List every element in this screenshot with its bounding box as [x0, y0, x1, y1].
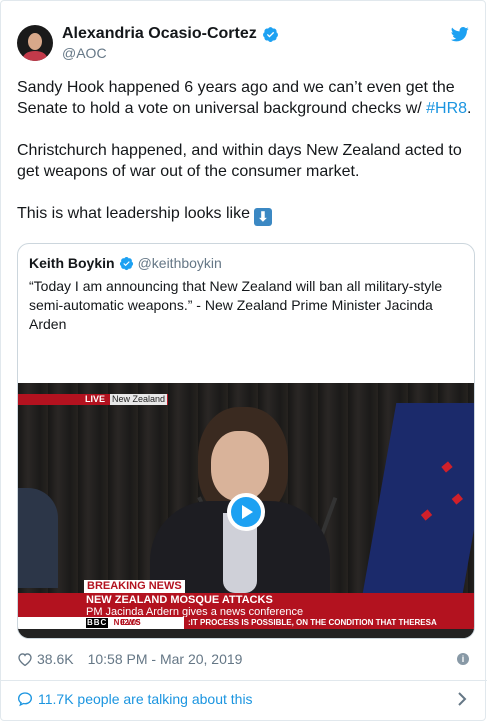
- tweet-text: Sandy Hook happened 6 years ago and we c…: [17, 77, 477, 247]
- video-player[interactable]: LIVE New Zealand BREAKING NEWS NEW ZEALA…: [18, 383, 474, 638]
- embedded-tweet: Alexandria Ocasio-Cortez @AOC Sandy Hook…: [0, 0, 487, 721]
- background-person: [18, 488, 58, 588]
- heart-icon[interactable]: [17, 651, 33, 667]
- quoted-tweet-text: “Today I am announcing that New Zealand …: [29, 278, 443, 332]
- author-avatar[interactable]: [17, 25, 53, 61]
- down-arrow-emoji: ⬇: [254, 208, 272, 226]
- ticker-text: :IT PROCESS IS POSSIBLE, ON THE CONDITIO…: [188, 618, 437, 627]
- video-bottom-strip: [18, 629, 474, 638]
- tweet-paragraph-1: Sandy Hook happened 6 years ago and we c…: [17, 77, 477, 119]
- play-icon: [231, 497, 261, 527]
- verified-badge-icon: [262, 26, 278, 42]
- conversation-link[interactable]: 11.7K people are talking about this: [17, 691, 253, 707]
- info-icon[interactable]: i: [457, 653, 469, 665]
- speech-bubble-icon: [17, 692, 33, 707]
- tweet-paragraph-2: Christchurch happened, and within days N…: [17, 142, 462, 180]
- tweet-timestamp[interactable]: 10:58 PM - Mar 20, 2019: [88, 651, 243, 667]
- author-name-row[interactable]: Alexandria Ocasio-Cortez: [62, 25, 279, 43]
- likes-count[interactable]: 38.6K: [37, 651, 74, 667]
- chevron-right-icon[interactable]: [457, 692, 467, 706]
- twitter-bird-icon[interactable]: [451, 27, 469, 42]
- author-handle[interactable]: @AOC: [62, 45, 107, 61]
- conversation-text[interactable]: 11.7K people are talking about this: [38, 691, 253, 707]
- quoted-tweet[interactable]: Keith Boykin @keithboykin “Today I am an…: [17, 243, 475, 639]
- tweet-meta: 38.6K 10:58 PM - Mar 20, 2019: [17, 651, 242, 667]
- location-label: New Zealand: [110, 394, 168, 405]
- live-label: LIVE: [85, 394, 106, 404]
- quoted-author-handle[interactable]: @keithboykin: [138, 255, 222, 271]
- tweet-paragraph-1-end: .: [467, 100, 472, 117]
- tweet-paragraph-3: This is what leadership looks like ⬇: [17, 203, 477, 226]
- divider: [1, 680, 487, 681]
- author-name[interactable]: Alexandria Ocasio-Cortez: [62, 25, 257, 43]
- play-button[interactable]: [227, 493, 265, 531]
- news-time: 02:05: [120, 618, 141, 627]
- bbc-logo: BBC: [86, 618, 109, 628]
- breaking-news-label: BREAKING NEWS: [84, 580, 185, 593]
- quoted-author-name[interactable]: Keith Boykin: [29, 255, 115, 271]
- quoted-tweet-header: Keith Boykin @keithboykin: [29, 255, 222, 271]
- tweet-paragraph-1-text: Sandy Hook happened 6 years ago and we c…: [17, 79, 455, 117]
- tweet-paragraph-3-text: This is what leadership looks like: [17, 205, 250, 222]
- speaker-face: [211, 431, 269, 501]
- verified-badge-icon: [119, 256, 133, 270]
- hashtag-link[interactable]: #HR8: [426, 100, 467, 117]
